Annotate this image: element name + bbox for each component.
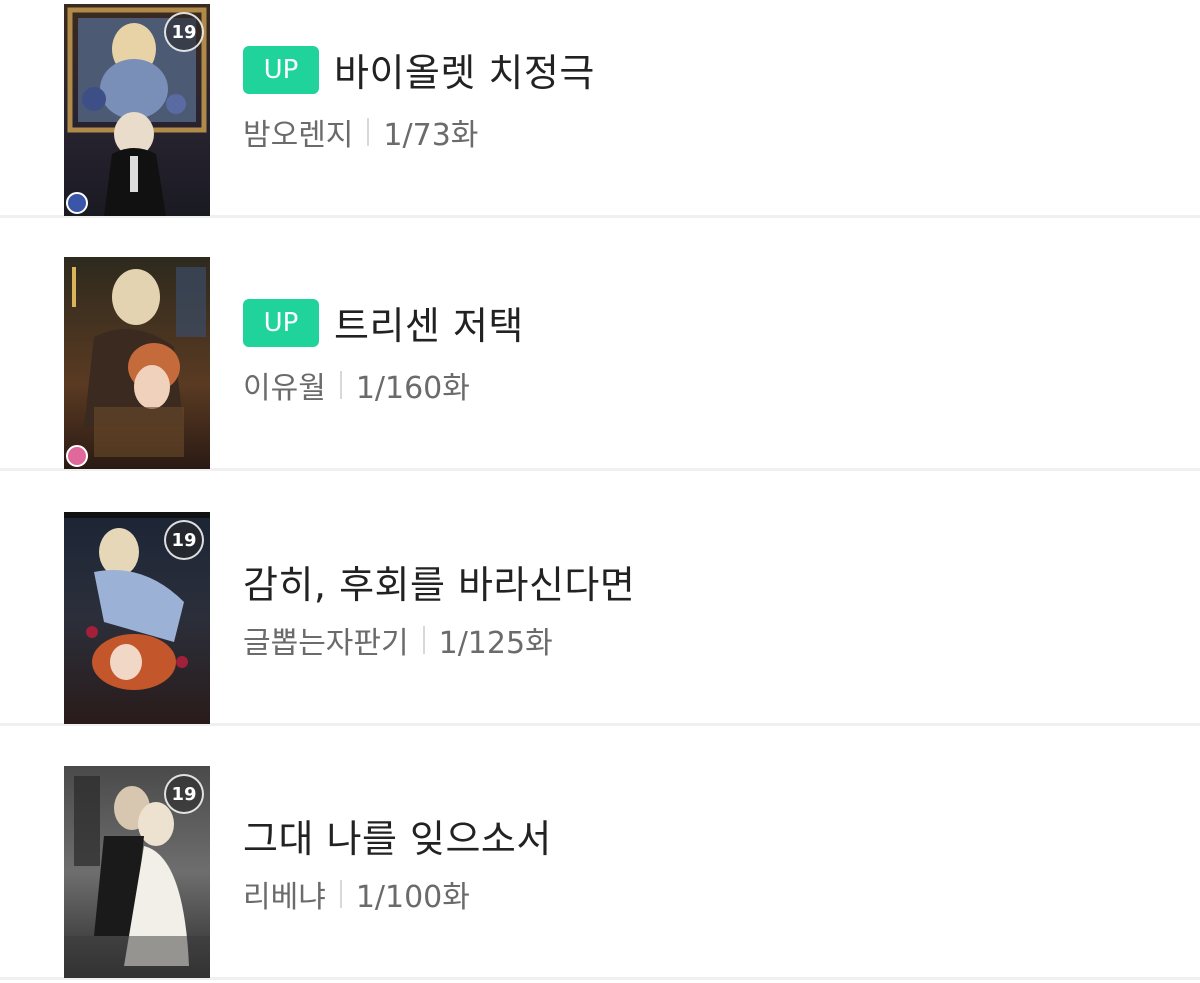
age-19-badge: 19 [164,520,204,560]
age-19-badge: 19 [164,12,204,52]
book-title[interactable]: 감히, 후회를 바라신다면 [243,554,635,609]
publisher-icon [66,445,88,467]
publisher-icon [66,192,88,214]
divider [339,880,342,908]
author-name: 글뽑는자판기 [243,626,409,661]
divider [339,371,342,399]
update-badge: UP [243,298,319,347]
divider [422,626,425,654]
update-badge: UP [243,45,319,94]
age-19-badge: 19 [164,774,204,814]
book-cover-image[interactable] [64,257,210,469]
author-name: 이유월 [243,371,326,406]
book-title[interactable]: 그대 나를 잊으소서 [243,808,552,863]
book-cover-image[interactable]: 19 [64,4,210,216]
list-item[interactable]: 19 감히, 후회를 바라신다면 글뽑는자판기 1/125화 [0,512,1200,726]
list-item[interactable]: UP 트리센 저택 이유월 1/160화 [0,257,1200,471]
list-item[interactable]: 19 UP 바이올렛 치정극 밤오렌지 1/73화 [0,4,1200,218]
author-name: 밤오렌지 [243,118,354,153]
book-cover-image[interactable]: 19 [64,512,210,724]
author-name: 리베냐 [243,880,326,915]
list-item[interactable]: 19 그대 나를 잊으소서 리베냐 1/100화 [0,766,1200,980]
book-title[interactable]: 바이올렛 치정극 [334,42,595,97]
divider [367,118,370,146]
book-title[interactable]: 트리센 저택 [334,295,524,350]
episode-progress: 1/73화 [383,118,479,153]
episode-progress: 1/160화 [355,371,470,406]
book-cover-tricen-icon [64,257,210,469]
book-cover-image[interactable]: 19 [64,766,210,978]
episode-progress: 1/100화 [355,880,470,915]
episode-progress: 1/125화 [438,626,553,661]
